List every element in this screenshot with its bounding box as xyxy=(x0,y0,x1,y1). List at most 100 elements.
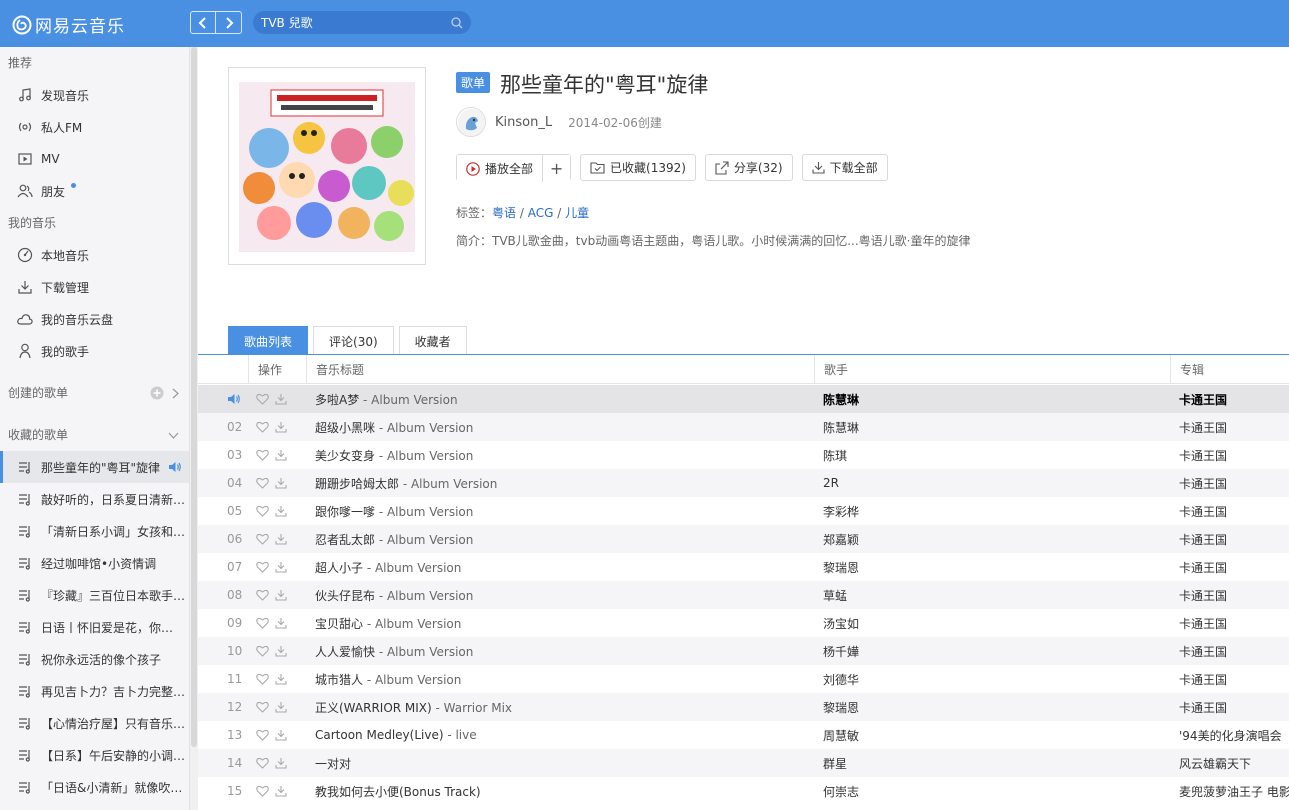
song-title[interactable]: 多啦A梦 - Album Version xyxy=(306,391,814,408)
table-row[interactable]: 07 超人小子 - Album Version 黎瑞恩 卡通王国 xyxy=(198,553,1289,581)
creator-name[interactable]: Kinson_L xyxy=(495,115,552,130)
table-row[interactable]: 15 教我如何去小便(Bonus Track) 何崇志 麦兜菠萝油王子 电影 xyxy=(198,777,1289,805)
heart-icon[interactable] xyxy=(256,645,269,657)
sidebar-item-playlist[interactable]: 「清新日系小调」女孩和… xyxy=(0,515,189,547)
chevron-down-icon[interactable] xyxy=(168,432,179,439)
download-icon[interactable] xyxy=(275,421,287,433)
heart-icon[interactable] xyxy=(256,589,269,601)
song-artist[interactable]: 汤宝如 xyxy=(814,615,1170,632)
heart-icon[interactable] xyxy=(256,785,269,797)
song-album[interactable]: 卡通王国 xyxy=(1170,643,1289,660)
heart-icon[interactable] xyxy=(256,617,269,629)
tag-link[interactable]: 儿童 xyxy=(565,206,589,220)
song-title[interactable]: 宝贝甜心 - Album Version xyxy=(306,615,814,632)
table-row[interactable]: 03 美少女变身 - Album Version 陈琪 卡通王国 xyxy=(198,441,1289,469)
song-artist[interactable]: 陈慧琳 xyxy=(814,419,1170,436)
scrollbar-thumb[interactable] xyxy=(191,47,197,747)
sidebar-item-playlist[interactable]: 【心情治疗屋】只有音乐… xyxy=(0,707,189,739)
sidebar-item-playlist[interactable]: 「日语&小清新」就像吹… xyxy=(0,771,189,803)
sidebar-item-downloads[interactable]: 下载管理 xyxy=(0,271,189,303)
col-op[interactable]: 操作 xyxy=(248,355,306,383)
song-title[interactable]: 人人爱愉快 - Album Version xyxy=(306,643,814,660)
song-artist[interactable]: 周慧敏 xyxy=(814,727,1170,744)
sidebar-item-playlist[interactable]: 经过咖啡馆•小资情调 xyxy=(0,547,189,579)
song-artist[interactable]: 郑嘉颖 xyxy=(814,531,1170,548)
forward-button[interactable] xyxy=(216,11,242,34)
back-button[interactable] xyxy=(190,11,216,34)
download-icon[interactable] xyxy=(275,701,287,713)
song-title[interactable]: 超级小黑咪 - Album Version xyxy=(306,419,814,436)
heart-icon[interactable] xyxy=(256,393,269,405)
share-button[interactable]: 分享(32) xyxy=(704,154,793,181)
download-icon[interactable] xyxy=(275,561,287,573)
heart-icon[interactable] xyxy=(256,505,269,517)
heart-icon[interactable] xyxy=(256,421,269,433)
song-album[interactable]: 卡通王国 xyxy=(1170,391,1289,408)
song-album[interactable]: 卡通王国 xyxy=(1170,559,1289,576)
playlist-cover[interactable] xyxy=(228,67,426,265)
song-artist[interactable]: 草蜢 xyxy=(814,587,1170,604)
table-row[interactable]: 05 跟你嗲一嗲 - Album Version 李彩桦 卡通王国 xyxy=(198,497,1289,525)
table-row[interactable]: 04 跚跚步哈姆太郎 - Album Version 2R 卡通王国 xyxy=(198,469,1289,497)
song-artist[interactable]: 黎瑞恩 xyxy=(814,699,1170,716)
heart-icon[interactable] xyxy=(256,449,269,461)
heart-icon[interactable] xyxy=(256,729,269,741)
table-row[interactable]: 11 城市猎人 - Album Version 刘德华 卡通王国 xyxy=(198,665,1289,693)
download-icon[interactable] xyxy=(275,449,287,461)
app-logo[interactable]: 网易云音乐 xyxy=(12,12,125,37)
song-artist[interactable]: 陈琪 xyxy=(814,447,1170,464)
song-title[interactable]: 一对对 xyxy=(306,755,814,772)
download-all-button[interactable]: 下载全部 xyxy=(801,154,888,181)
song-album[interactable]: 卡通王国 xyxy=(1170,587,1289,604)
play-all-button[interactable]: 播放全部 xyxy=(457,155,543,182)
song-title[interactable]: 跟你嗲一嗲 - Album Version xyxy=(306,503,814,520)
download-icon[interactable] xyxy=(275,533,287,545)
song-album[interactable]: 卡通王国 xyxy=(1170,615,1289,632)
heart-icon[interactable] xyxy=(256,477,269,489)
table-row[interactable]: 12 正义(WARRIOR MIX) - Warrior Mix 黎瑞恩 卡通王国 xyxy=(198,693,1289,721)
table-row[interactable]: 10 人人爱愉快 - Album Version 杨千嬅 卡通王国 xyxy=(198,637,1289,665)
add-to-queue-button[interactable]: + xyxy=(542,155,571,182)
download-icon[interactable] xyxy=(275,645,287,657)
heart-icon[interactable] xyxy=(256,701,269,713)
song-title[interactable]: 教我如何去小便(Bonus Track) xyxy=(306,783,814,800)
song-artist[interactable]: 群星 xyxy=(814,755,1170,772)
sidebar-item-playlist[interactable]: 『珍藏』三百位日本歌手… xyxy=(0,579,189,611)
song-album[interactable]: 卡通王国 xyxy=(1170,671,1289,688)
download-icon[interactable] xyxy=(275,757,287,769)
sidebar-item-playlist[interactable]: 【日系】午后安静的小调… xyxy=(0,739,189,771)
download-icon[interactable] xyxy=(275,785,287,797)
song-title[interactable]: Cartoon Medley(Live) - live xyxy=(306,728,814,742)
sidebar-item-cloud[interactable]: 我的音乐云盘 xyxy=(0,303,189,335)
section-collected-playlists[interactable]: 收藏的歌单 xyxy=(0,419,189,451)
avatar[interactable] xyxy=(456,107,486,137)
table-row[interactable]: 09 宝贝甜心 - Album Version 汤宝如 卡通王国 xyxy=(198,609,1289,637)
song-title[interactable]: 跚跚步哈姆太郎 - Album Version xyxy=(306,475,814,492)
sidebar-item-mv[interactable]: MV xyxy=(0,143,189,175)
table-row[interactable]: 06 忍者乱太郎 - Album Version 郑嘉颖 卡通王国 xyxy=(198,525,1289,553)
song-artist[interactable]: 陈慧琳 xyxy=(814,391,1170,408)
tag-link[interactable]: ACG xyxy=(528,206,554,220)
download-icon[interactable] xyxy=(275,673,287,685)
song-title[interactable]: 超人小子 - Album Version xyxy=(306,559,814,576)
song-artist[interactable]: 杨千嬅 xyxy=(814,643,1170,660)
sidebar-item-discover[interactable]: 发现音乐 xyxy=(0,79,189,111)
download-icon[interactable] xyxy=(275,477,287,489)
song-album[interactable]: '94美的化身演唱会 xyxy=(1170,727,1289,744)
download-icon[interactable] xyxy=(275,617,287,629)
song-album[interactable]: 卡通王国 xyxy=(1170,475,1289,492)
song-album[interactable]: 卡通王国 xyxy=(1170,419,1289,436)
song-artist[interactable]: 2R xyxy=(814,476,1170,490)
song-title[interactable]: 城市猎人 - Album Version xyxy=(306,671,814,688)
col-artist[interactable]: 歌手 xyxy=(814,355,1170,383)
sidebar-item-playlist[interactable]: 再见吉卜力？吉卜力完整… xyxy=(0,675,189,707)
heart-icon[interactable] xyxy=(256,533,269,545)
table-row[interactable]: 13 Cartoon Medley(Live) - live 周慧敏 '94美的化身演… xyxy=(198,721,1289,749)
download-icon[interactable] xyxy=(275,505,287,517)
song-artist[interactable]: 何崇志 xyxy=(814,783,1170,800)
table-row[interactable]: 02 超级小黑咪 - Album Version 陈慧琳 卡通王国 xyxy=(198,413,1289,441)
sidebar-item-local-music[interactable]: 本地音乐 xyxy=(0,239,189,271)
tag-link[interactable]: 粤语 xyxy=(492,206,516,220)
tab-subscribers[interactable]: 收藏者 xyxy=(398,326,467,355)
download-icon[interactable] xyxy=(275,729,287,741)
